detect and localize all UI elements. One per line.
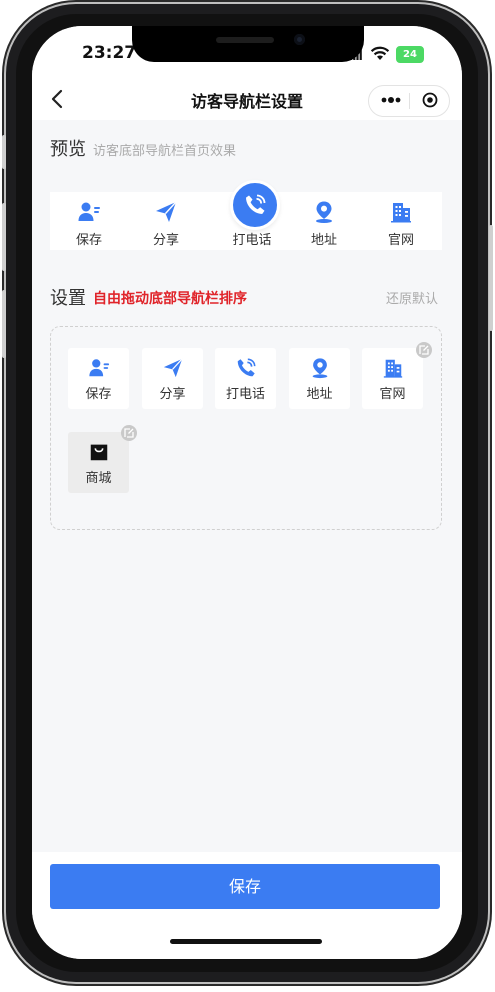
volume-up-button — [2, 203, 6, 271]
settings-title: 设置 — [50, 288, 86, 309]
preview-tabbar: 保存 分享 打电话 地址 官网 — [50, 180, 442, 250]
preview-item-save: 保存 — [59, 192, 119, 248]
contact-save-icon — [88, 359, 109, 377]
preview-call-button — [230, 180, 280, 230]
sortable-item-label: 官网 — [379, 387, 406, 402]
sortable-item-address[interactable]: 地址 — [289, 348, 350, 409]
reset-default-link[interactable]: 还原默认 — [386, 288, 438, 307]
preview-item-label: 打电话 — [232, 233, 272, 248]
settings-hint: 自由拖动底部导航栏排序 — [93, 291, 247, 307]
earpiece-speaker — [216, 37, 274, 43]
notch — [132, 26, 364, 62]
save-button[interactable]: 保存 — [50, 864, 440, 909]
close-miniprogram-icon[interactable] — [422, 92, 438, 108]
preview-subtitle: 访客底部导航栏首页效果 — [93, 144, 237, 159]
mini-program-capsule — [368, 85, 450, 117]
front-camera — [294, 34, 305, 45]
screen: 23:27 24 访客导航栏设置 预览 访客底部导航栏首页效果 保存 分享 打电… — [32, 26, 462, 959]
sortable-item-label: 商城 — [85, 471, 112, 486]
home-indicator — [170, 939, 322, 944]
sortable-item-save[interactable]: 保存 — [68, 348, 129, 409]
sortable-item-website[interactable]: 官网 — [362, 348, 423, 409]
paper-plane-icon — [156, 201, 177, 222]
edit-mall-icon[interactable] — [121, 425, 137, 441]
preview-item-share: 分享 — [136, 192, 196, 248]
sortable-item-label: 地址 — [306, 387, 333, 402]
preview-item-website: 官网 — [371, 192, 431, 248]
building-icon — [383, 359, 402, 378]
sortable-item-call[interactable]: 打电话 — [215, 348, 276, 409]
sortable-item-share[interactable]: 分享 — [142, 348, 203, 409]
edit-website-icon[interactable] — [416, 342, 432, 358]
sortable-item-mall[interactable]: 商城 — [68, 432, 129, 493]
paper-plane-icon — [163, 358, 183, 378]
preview-item-address: 地址 — [294, 192, 354, 248]
location-pin-icon — [316, 201, 332, 223]
preview-item-label: 地址 — [310, 233, 337, 248]
preview-item-label: 官网 — [387, 233, 414, 248]
sortable-item-label: 保存 — [85, 387, 112, 402]
preview-item-label: 保存 — [75, 233, 102, 248]
wifi-icon — [370, 46, 390, 60]
mute-switch — [2, 135, 6, 169]
navigation-bar: 访客导航栏设置 — [32, 80, 462, 120]
status-time: 23:27 — [82, 43, 137, 63]
preview-item-label: 分享 — [152, 233, 179, 248]
more-icon[interactable] — [381, 95, 401, 105]
shopping-bag-icon — [90, 444, 107, 461]
sortable-item-label: 分享 — [159, 387, 186, 402]
location-pin-icon — [312, 358, 327, 379]
phone-icon — [246, 194, 266, 214]
battery-indicator: 24 — [396, 46, 424, 63]
sortable-area: 保存 分享 打电话 地址 官网 商城 — [50, 326, 442, 530]
sortable-item-label: 打电话 — [225, 387, 265, 402]
capsule-divider — [409, 93, 410, 109]
power-button — [489, 225, 493, 331]
building-icon — [391, 203, 411, 223]
volume-down-button — [2, 290, 6, 358]
preview-title: 预览 — [50, 139, 86, 160]
contact-save-icon — [78, 202, 100, 221]
phone-icon — [237, 358, 256, 377]
